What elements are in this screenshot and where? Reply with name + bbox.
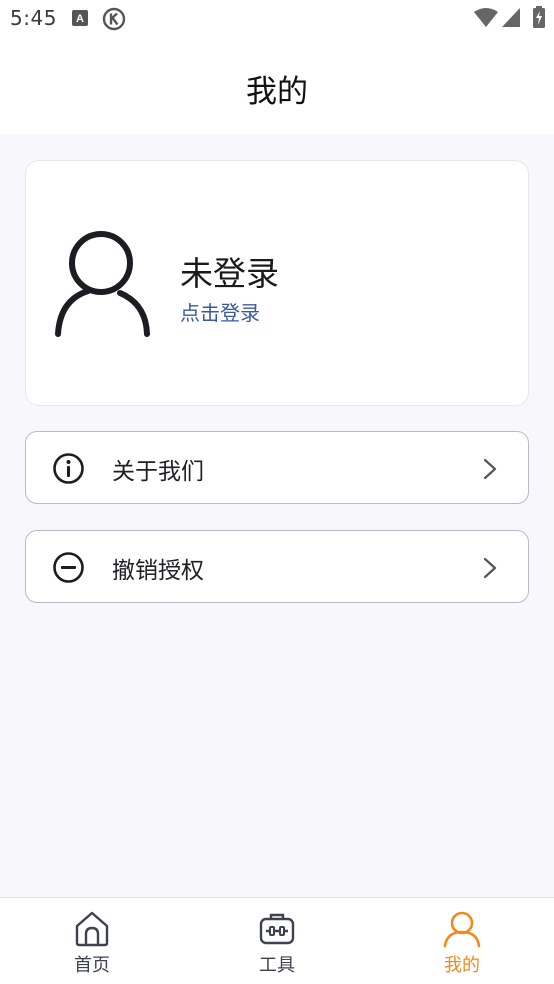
app-screen: 5:45 A 我的 未登录 点击登录 关于我们 撤销授权 首页 工具 我的 <box>0 0 554 984</box>
info-circle-icon <box>52 452 85 485</box>
status-time: 5:45 <box>10 6 57 30</box>
nav-item-mine[interactable]: 我的 <box>402 898 522 984</box>
profile-card[interactable]: 未登录 点击登录 <box>25 160 529 406</box>
menu-item-about-us[interactable]: 关于我们 <box>25 431 529 504</box>
wifi-icon <box>474 8 498 32</box>
user-outline-icon <box>54 230 154 338</box>
bottom-nav: 首页 工具 我的 <box>0 897 554 984</box>
k-circle-icon <box>102 7 126 35</box>
login-status-text: 未登录 <box>180 254 279 293</box>
page-title: 我的 <box>246 74 308 110</box>
minus-circle-icon <box>52 551 85 584</box>
menu-item-revoke-authorization[interactable]: 撤销授权 <box>25 530 529 603</box>
battery-charging-icon <box>533 6 545 32</box>
login-link[interactable]: 点击登录 <box>180 297 260 326</box>
user-icon <box>443 910 481 948</box>
font-a-icon: A <box>72 10 88 30</box>
chevron-right-icon <box>482 556 498 580</box>
status-bar: 5:45 A <box>0 0 554 38</box>
nav-item-home[interactable]: 首页 <box>32 898 152 984</box>
menu-item-label: 撤销授权 <box>112 558 204 584</box>
nav-label: 首页 <box>74 955 110 976</box>
header: 我的 <box>0 38 554 134</box>
signal-icon <box>502 8 520 32</box>
chevron-right-icon <box>482 457 498 481</box>
toolbox-icon <box>258 910 296 948</box>
nav-label: 我的 <box>444 955 480 976</box>
svg-text:A: A <box>76 13 84 25</box>
nav-label: 工具 <box>259 955 295 976</box>
nav-item-tools[interactable]: 工具 <box>217 898 337 984</box>
home-icon <box>73 910 111 948</box>
menu-item-label: 关于我们 <box>112 459 204 485</box>
